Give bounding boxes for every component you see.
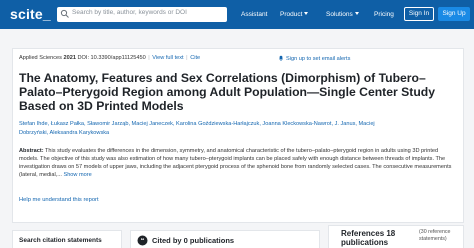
references-panel[interactable]: References 18 publications (30 reference… — [328, 225, 464, 248]
article-card: Applied Sciences 2021 DOI: 10.3390/app11… — [12, 48, 464, 223]
search-icon — [60, 9, 69, 18]
sign-up-button[interactable]: Sign Up — [438, 7, 470, 21]
bell-icon — [279, 55, 283, 61]
author-list: Stefan Ihde, Łukasz Pałka, Sławomir Jarz… — [19, 120, 459, 138]
show-more-link[interactable]: Show more — [63, 172, 91, 178]
search-citation-panel[interactable]: Search citation statements — [12, 230, 122, 248]
view-full-text-link[interactable]: View full text — [152, 55, 183, 61]
divider: | — [148, 55, 150, 61]
cited-by-panel[interactable]: “ Cited by 0 publications — [130, 230, 320, 248]
abstract-label: Abstract: — [19, 148, 44, 154]
search-citation-label: Search citation statements — [19, 237, 102, 244]
nav-product-label: Product — [280, 11, 303, 18]
help-understand-link[interactable]: Help me understand this report — [19, 197, 99, 203]
references-note: (30 reference statements) — [419, 229, 451, 242]
email-alerts-link[interactable]: Sign up to set email alerts — [278, 55, 350, 62]
nav-solutions-label: Solutions — [326, 11, 353, 18]
email-alerts-label: Sign up to set email alerts — [286, 56, 351, 62]
quote-icon: “ — [137, 235, 148, 246]
search-input[interactable]: Search by title, author, keywords or DOI — [57, 7, 227, 22]
nav-pricing[interactable]: Pricing — [374, 11, 394, 18]
chevron-down-icon — [304, 12, 309, 15]
scite-logo[interactable]: scite_ — [10, 6, 51, 22]
top-navigation-bar: scite_ Search by title, author, keywords… — [0, 0, 474, 29]
search-placeholder: Search by title, author, keywords or DOI — [72, 9, 187, 16]
references-unit: publications — [341, 238, 389, 247]
nav-assistant[interactable]: Assistant — [241, 11, 267, 18]
abstract: Abstract: This study evaluates the diffe… — [19, 147, 459, 187]
author-line[interactable]: Dobrzyński, Aleksandra Karykowska — [19, 129, 459, 138]
publication-year: 2021 — [63, 55, 76, 61]
cite-link[interactable]: Cite — [190, 55, 200, 61]
nav-solutions[interactable]: Solutions — [326, 11, 359, 18]
doi: DOI: 10.3390/app11125450 — [77, 55, 146, 61]
divider: | — [186, 55, 188, 61]
journal-name: Applied Sciences — [19, 55, 62, 61]
article-meta: Applied Sciences 2021 DOI: 10.3390/app11… — [19, 55, 200, 61]
article-title: The Anatomy, Features and Sex Correlatio… — [19, 71, 435, 113]
nav-product[interactable]: Product — [280, 11, 309, 18]
cited-by-label: Cited by 0 publications — [152, 236, 235, 245]
author-line[interactable]: Stefan Ihde, Łukasz Pałka, Sławomir Jarz… — [19, 120, 459, 129]
references-title: References 18 publications — [341, 229, 395, 247]
sign-in-button[interactable]: Sign In — [404, 7, 434, 21]
references-count: References 18 — [341, 229, 396, 238]
svg-text:“: “ — [141, 238, 145, 245]
chevron-down-icon — [354, 12, 359, 15]
